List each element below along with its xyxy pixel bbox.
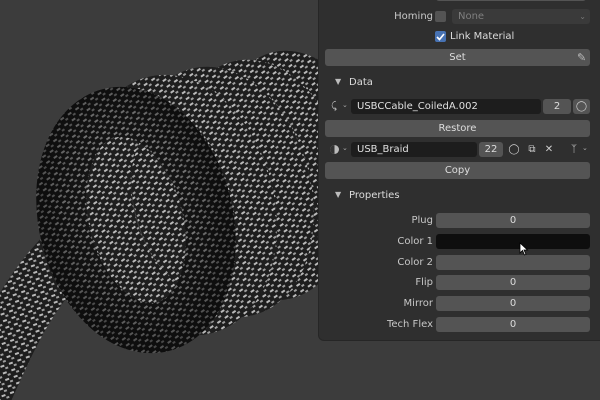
data-section-header[interactable]: ▼ Data <box>319 73 600 93</box>
mesh-name-field[interactable]: USBCCable_CoiledA.002 <box>351 99 541 114</box>
mirror-field[interactable]: 0 <box>436 296 590 311</box>
property-row-color1: Color 1 <box>319 233 600 251</box>
restore-button[interactable]: Restore <box>325 120 590 137</box>
checkmark-icon <box>436 33 445 41</box>
property-row-mirror: Mirror 0 <box>319 295 600 313</box>
plug-field[interactable]: 0 <box>436 213 590 228</box>
color2-label: Color 2 <box>397 257 433 268</box>
fake-user-shield-icon[interactable]: ◯ <box>573 99 590 114</box>
mouse-cursor-icon <box>519 242 529 256</box>
homing-label: Homing <box>394 11 433 22</box>
color1-label: Color 1 <box>397 236 433 247</box>
flip-label: Flip <box>415 277 433 288</box>
homing-checkbox[interactable] <box>435 11 446 22</box>
flip-field[interactable]: 0 <box>436 275 590 290</box>
mirror-label: Mirror <box>403 298 433 309</box>
chevron-down-icon: ▼ <box>335 190 342 199</box>
eyedropper-icon[interactable]: ✎ <box>577 51 586 64</box>
homing-dropdown[interactable]: None ⌄ <box>452 9 590 24</box>
link-material-label: Link Material <box>450 31 515 42</box>
data-section-title: Data <box>349 77 373 88</box>
color1-swatch[interactable] <box>436 234 590 249</box>
properties-section-header[interactable]: ▼ Properties <box>319 186 600 206</box>
mesh-datablock-row: ⤹ ⌄ USBCCable_CoiledA.002 2 ◯ <box>319 98 600 116</box>
homing-dropdown-value: None <box>458 11 485 22</box>
property-row-color2: Color 2 <box>319 254 600 272</box>
color2-swatch[interactable] <box>436 255 590 270</box>
link-material-row: Link Material <box>319 29 600 47</box>
plug-label: Plug <box>411 215 434 226</box>
chevron-down-icon: ▼ <box>335 77 342 86</box>
node-tree-icon[interactable]: ᛉ <box>567 142 581 157</box>
property-row-plug: Plug 0 <box>319 212 600 230</box>
chevron-down-icon: ⌄ <box>582 144 588 152</box>
mesh-users-count[interactable]: 2 <box>543 99 571 114</box>
tech-flex-field[interactable]: 0 <box>436 317 590 332</box>
material-users-count[interactable]: 22 <box>479 142 503 157</box>
unlink-x-icon[interactable]: ✕ <box>542 142 556 157</box>
material-sphere-icon[interactable] <box>327 142 341 157</box>
material-datablock-row: ⌄ USB_Braid 22 ◯ ⧉ ✕ ᛉ ⌄ <box>319 141 600 159</box>
chevron-down-icon: ⌄ <box>342 101 348 109</box>
property-row-tech-flex: Tech Flex 0 <box>319 316 600 334</box>
link-material-checkbox[interactable] <box>435 31 446 42</box>
material-name-field[interactable]: USB_Braid <box>351 142 477 157</box>
chevron-down-icon: ⌄ <box>342 144 348 152</box>
fake-user-shield-icon[interactable]: ◯ <box>507 142 521 157</box>
duplicate-icon[interactable]: ⧉ <box>525 142 539 157</box>
property-row-flip: Flip 0 <box>319 274 600 292</box>
set-button[interactable]: Set <box>325 49 590 66</box>
properties-section-title: Properties <box>349 190 400 201</box>
properties-panel: Homing None ⌄ Link Material Set ✎ ▼ Data… <box>318 0 600 341</box>
homing-row: Homing None ⌄ <box>319 8 600 26</box>
clipped-top-field[interactable] <box>436 0 586 1</box>
mesh-curve-icon[interactable]: ⤹ <box>327 99 341 114</box>
tech-flex-label: Tech Flex <box>386 319 433 330</box>
chevron-down-icon: ⌄ <box>579 12 586 21</box>
copy-button[interactable]: Copy <box>325 162 590 179</box>
